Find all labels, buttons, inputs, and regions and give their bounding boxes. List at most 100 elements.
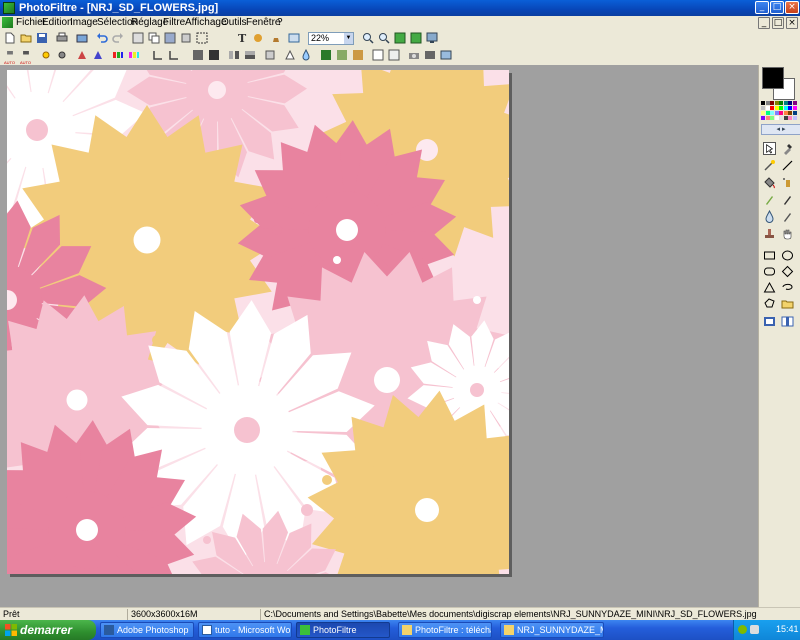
hue-icon[interactable] <box>128 49 140 61</box>
doc-minimize-button[interactable]: _ <box>758 17 770 29</box>
maximize-button[interactable]: □ <box>770 1 784 14</box>
selection-mode-icon[interactable] <box>763 315 776 328</box>
undo-icon[interactable] <box>96 32 108 44</box>
color-swatch[interactable] <box>792 111 797 115</box>
polygon-select-icon[interactable] <box>763 297 776 310</box>
color-swatch[interactable] <box>779 116 783 120</box>
rotate-icon[interactable] <box>264 49 276 61</box>
frame-icon[interactable] <box>288 32 300 44</box>
color-swatch[interactable] <box>788 116 792 120</box>
gamma-icon[interactable] <box>92 49 104 61</box>
border-icon[interactable] <box>388 49 400 61</box>
image-size-icon[interactable] <box>164 32 176 44</box>
menu-edition[interactable]: Edition <box>42 17 73 28</box>
menu-image[interactable]: Image <box>70 17 98 28</box>
zoom-in-icon[interactable] <box>362 32 374 44</box>
copy-icon[interactable] <box>148 32 160 44</box>
color-swatch[interactable] <box>770 106 774 110</box>
auto-level-button[interactable]: AUTO <box>4 49 16 65</box>
menu-help[interactable]: ? <box>277 17 283 28</box>
color-swatch[interactable] <box>783 116 788 120</box>
triangle-icon[interactable] <box>284 49 296 61</box>
magic-wand-icon[interactable] <box>763 159 776 172</box>
color-swatch[interactable] <box>770 101 774 105</box>
color-swatch[interactable] <box>779 101 783 105</box>
color-swatch[interactable] <box>770 116 774 120</box>
drop-icon[interactable] <box>300 49 312 61</box>
camera-icon[interactable] <box>408 49 420 61</box>
sharpen-icon[interactable] <box>168 49 180 61</box>
blur-drop-icon[interactable] <box>763 210 776 223</box>
menu-outils[interactable]: Outils <box>221 17 247 28</box>
brush-icon[interactable] <box>763 193 776 206</box>
line-tool-icon[interactable] <box>781 159 794 172</box>
image-canvas[interactable] <box>7 70 509 574</box>
color-swatch[interactable] <box>788 101 792 105</box>
menu-filtre[interactable]: Filtre <box>163 17 185 28</box>
automate-icon[interactable] <box>440 49 452 61</box>
color-swatch[interactable] <box>761 116 765 120</box>
color-swatch[interactable] <box>783 111 788 115</box>
document-icon[interactable] <box>2 17 13 28</box>
task-photoshop[interactable]: Adobe Photoshop <box>100 622 194 638</box>
color-swatch[interactable] <box>792 116 797 120</box>
minimize-button[interactable]: _ <box>755 1 769 14</box>
smudge-icon[interactable] <box>781 210 794 223</box>
stamp-icon[interactable] <box>270 32 282 44</box>
shadow-icon[interactable] <box>352 49 364 61</box>
color-swatch[interactable] <box>788 111 792 115</box>
paint-bucket-icon[interactable] <box>763 176 776 189</box>
color-swatch[interactable] <box>761 101 765 105</box>
color-swatch[interactable] <box>761 106 765 110</box>
contrast-icon[interactable] <box>56 49 68 61</box>
color-swatch[interactable] <box>774 111 779 115</box>
triangle-select-icon[interactable] <box>763 281 776 294</box>
color-swatch[interactable] <box>765 101 770 105</box>
selection-arrow-icon[interactable] <box>763 142 776 155</box>
flip-vertical-icon[interactable] <box>244 49 256 61</box>
blur-icon[interactable] <box>152 49 164 61</box>
color-swatch[interactable] <box>792 106 797 110</box>
flip-horizontal-icon[interactable] <box>228 49 240 61</box>
print-icon[interactable] <box>56 32 68 44</box>
swatch-scroll[interactable]: ◂ ▸ <box>761 124 800 135</box>
photofiltre-app-icon[interactable] <box>3 2 15 14</box>
lasso-icon[interactable] <box>781 281 794 294</box>
color-swatch[interactable] <box>792 101 797 105</box>
zoom-select[interactable]: 22% ▼ <box>308 32 354 45</box>
grayscale-icon[interactable] <box>192 49 204 61</box>
scan-icon[interactable] <box>76 32 88 44</box>
fullscreen-icon[interactable] <box>426 32 438 44</box>
actual-size-icon[interactable] <box>394 32 406 44</box>
auto-contrast-button[interactable]: AUTO <box>20 49 32 65</box>
start-button[interactable]: demarrer <box>0 620 96 640</box>
text-tool-icon[interactable]: T <box>236 32 248 44</box>
gradient-icon[interactable] <box>320 49 332 61</box>
color-swatch[interactable] <box>779 111 783 115</box>
doc-close-button[interactable]: × <box>786 17 798 29</box>
ellipse-select-icon[interactable] <box>781 249 794 262</box>
color-swatch[interactable] <box>765 116 770 120</box>
color-swatch-grid[interactable] <box>761 101 799 121</box>
doc-restore-button[interactable]: □ <box>772 17 784 29</box>
task-browser[interactable]: PhotoFiltre : téléchar... <box>398 622 492 638</box>
color-swatch[interactable] <box>783 101 788 105</box>
outline-icon[interactable] <box>372 49 384 61</box>
eyedropper-icon[interactable] <box>781 142 794 155</box>
diamond-select-icon[interactable] <box>781 265 794 278</box>
invert-selection-icon[interactable] <box>781 315 794 328</box>
effects-icon[interactable] <box>252 32 264 44</box>
hand-icon[interactable] <box>781 227 794 240</box>
fit-window-icon[interactable] <box>410 32 422 44</box>
open-folder-icon[interactable] <box>20 32 32 44</box>
color-swatch[interactable] <box>774 116 779 120</box>
film-icon[interactable] <box>424 49 436 61</box>
menu-fenetre[interactable]: Fenêtre <box>246 17 280 28</box>
tray-network-icon[interactable] <box>738 625 747 634</box>
rounded-rect-select-icon[interactable] <box>763 265 776 278</box>
advanced-brush-icon[interactable] <box>781 193 794 206</box>
clone-stamp-icon[interactable] <box>763 227 776 240</box>
task-word[interactable]: tuto - Microsoft Word <box>198 622 292 638</box>
close-button[interactable]: × <box>785 1 799 14</box>
task-folder[interactable]: NRJ_SUNNYDAZE_MINI <box>500 622 604 638</box>
